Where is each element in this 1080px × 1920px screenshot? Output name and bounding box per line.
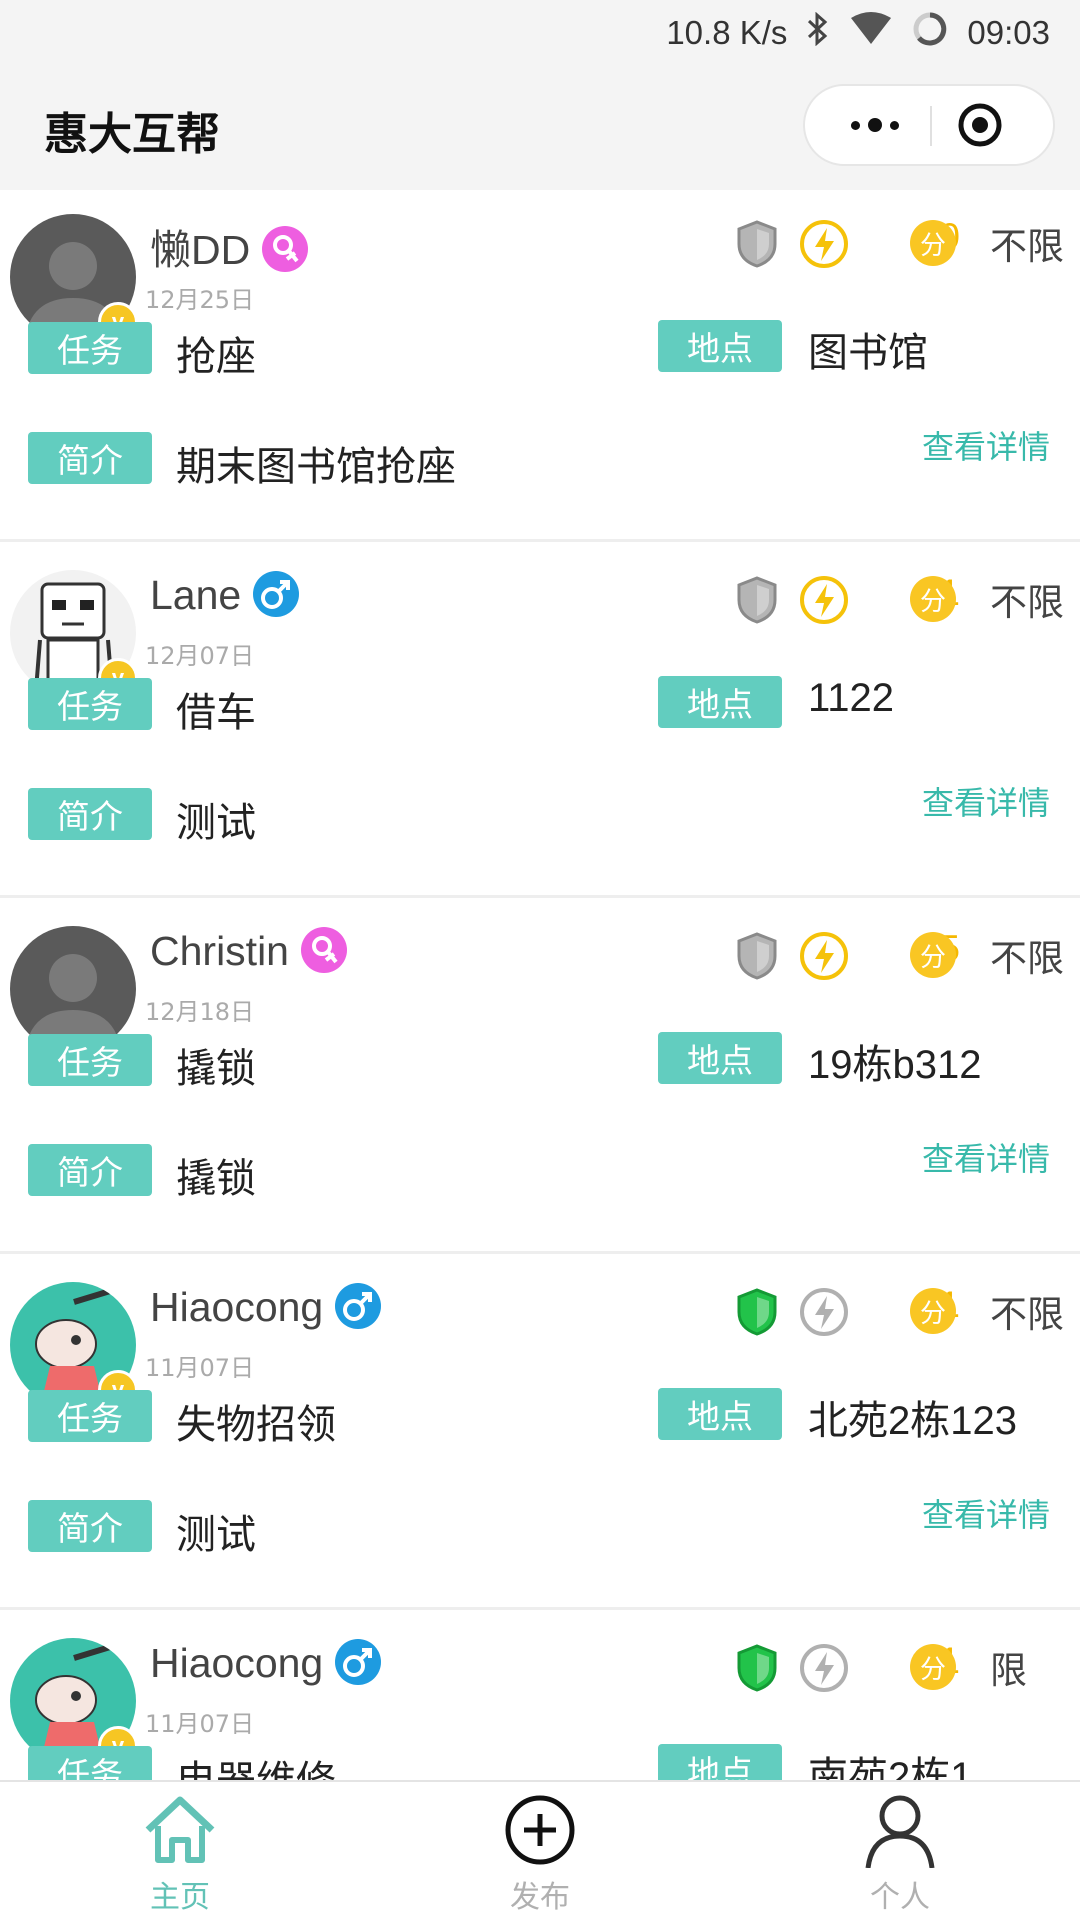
task-value: 借车 — [176, 691, 256, 735]
task-tag: 任务 — [28, 678, 152, 730]
location-value: 北苑2栋123 — [808, 1399, 1017, 1443]
tab-profile-label: 个人 — [870, 1880, 930, 1915]
gender-limit: 不限 — [990, 1293, 1064, 1336]
mini-program-capsule — [803, 84, 1055, 166]
location-value: 图书馆 — [808, 331, 928, 375]
location-value: 19栋b312 — [808, 1043, 982, 1087]
username: Lane — [150, 572, 242, 618]
female-icon — [262, 226, 309, 273]
male-icon — [253, 571, 300, 618]
close-mini-program-button[interactable] — [957, 102, 1003, 148]
view-details-link[interactable]: 查看详情 — [922, 1490, 1050, 1536]
points-unit-badge: 分 — [910, 1288, 956, 1334]
post-date: 11月07日 — [145, 1354, 255, 1382]
shield-icon — [737, 576, 777, 624]
points-unit-badge: 分 — [910, 932, 956, 978]
gender-limit: 不限 — [990, 937, 1064, 980]
intro-value: 测试 — [176, 801, 256, 845]
title-bar: 惠大互帮 — [0, 66, 1080, 190]
view-details-link[interactable]: 查看详情 — [922, 1134, 1050, 1180]
task-tag: 任务 — [28, 1746, 152, 1780]
post-card[interactable]: vLane12月07日1分不限任务借车地点1122简介测试查看详情 — [0, 546, 1080, 898]
username: Hiaocong — [150, 1640, 324, 1686]
post-date: 11月07日 — [145, 1710, 255, 1738]
points-unit-badge: 分 — [910, 576, 956, 622]
lightning-icon — [800, 1644, 848, 1692]
task-tag: 任务 — [28, 1390, 152, 1442]
post-card[interactable]: vHiaocong11月07日1分限任务电器维修地点南苑2栋1简介查看详情 — [0, 1614, 1080, 1780]
location-tag: 地点 — [658, 676, 782, 728]
capsule-divider — [930, 106, 932, 146]
shield-icon — [737, 932, 777, 980]
tab-home[interactable]: 主页 — [80, 1792, 280, 1917]
post-date: 12月07日 — [145, 642, 255, 670]
lightning-icon — [800, 932, 848, 980]
task-value: 撬锁 — [176, 1047, 256, 1091]
home-icon — [145, 1796, 215, 1863]
lightning-icon — [800, 220, 848, 268]
intro-tag: 简介 — [28, 432, 152, 484]
post-card[interactable]: vHiaocong11月07日1分不限任务失物招领地点北苑2栋123简介测试查看… — [0, 1258, 1080, 1610]
clock: 09:03 — [967, 14, 1050, 51]
bluetooth-icon — [805, 11, 831, 54]
more-button[interactable] — [825, 86, 925, 164]
male-icon — [335, 1283, 382, 1330]
task-value: 失物招领 — [176, 1403, 336, 1447]
add-circle-icon — [505, 1795, 575, 1865]
location-tag: 地点 — [658, 1032, 782, 1084]
post-list: v懒DD12月25日10分不限任务抢座地点图书馆简介期末图书馆抢座查看详情vLa… — [0, 190, 1080, 1780]
task-value: 抢座 — [176, 335, 256, 379]
person-icon — [865, 1795, 935, 1868]
location-tag: 地点 — [658, 320, 782, 372]
more-dot-icon — [890, 120, 899, 130]
tab-home-label: 主页 — [150, 1880, 210, 1915]
location-tag: 地点 — [658, 1744, 782, 1780]
location-tag: 地点 — [658, 1388, 782, 1440]
points-unit-badge: 分 — [910, 220, 956, 266]
intro-value: 测试 — [176, 1513, 256, 1557]
status-bar: 10.8 K/s 09:03 — [0, 0, 1080, 66]
view-details-link[interactable]: 查看详情 — [922, 422, 1050, 468]
username: Christin — [150, 928, 289, 974]
loading-ring-icon — [911, 10, 949, 56]
more-dot-icon — [868, 118, 882, 132]
shield-icon — [737, 220, 777, 268]
intro-value: 期末图书馆抢座 — [176, 445, 456, 489]
task-tag: 任务 — [28, 1034, 152, 1086]
target-icon — [958, 103, 1002, 147]
intro-value: 撬锁 — [176, 1157, 256, 1201]
username: 懒DD — [150, 227, 251, 273]
location-value: 南苑2栋1 — [808, 1755, 973, 1780]
lightning-icon — [800, 576, 848, 624]
shield-icon — [737, 1644, 777, 1692]
points-unit-badge: 分 — [910, 1644, 956, 1690]
location-value: 1122 — [808, 676, 895, 720]
tab-publish-label: 发布 — [510, 1880, 570, 1915]
tab-profile[interactable]: 个人 — [800, 1792, 1000, 1917]
tab-publish[interactable]: 发布 — [440, 1792, 640, 1917]
post-card[interactable]: Christin12月18日5分不限任务撬锁地点19栋b312简介撬锁查看详情 — [0, 902, 1080, 1254]
gender-limit: 不限 — [990, 225, 1064, 268]
intro-tag: 简介 — [28, 788, 152, 840]
male-icon — [335, 1639, 382, 1686]
view-details-link[interactable]: 查看详情 — [922, 778, 1050, 824]
task-tag: 任务 — [28, 322, 152, 374]
post-date: 12月25日 — [145, 286, 255, 314]
gender-limit: 不限 — [990, 581, 1064, 624]
tab-bar: 主页 发布 个人 — [0, 1780, 1080, 1920]
post-date: 12月18日 — [145, 998, 255, 1026]
page-title: 惠大互帮 — [44, 109, 220, 160]
lightning-icon — [800, 1288, 848, 1336]
gender-limit: 限 — [990, 1649, 1027, 1692]
network-speed: 10.8 K/s — [666, 14, 788, 51]
wifi-icon — [849, 12, 893, 54]
intro-tag: 简介 — [28, 1500, 152, 1552]
more-dot-icon — [851, 120, 860, 130]
username: Hiaocong — [150, 1284, 324, 1330]
post-card[interactable]: v懒DD12月25日10分不限任务抢座地点图书馆简介期末图书馆抢座查看详情 — [0, 190, 1080, 542]
female-icon — [300, 927, 347, 974]
task-value: 电器维修 — [176, 1748, 336, 1780]
intro-tag: 简介 — [28, 1144, 152, 1196]
shield-icon — [737, 1288, 777, 1336]
